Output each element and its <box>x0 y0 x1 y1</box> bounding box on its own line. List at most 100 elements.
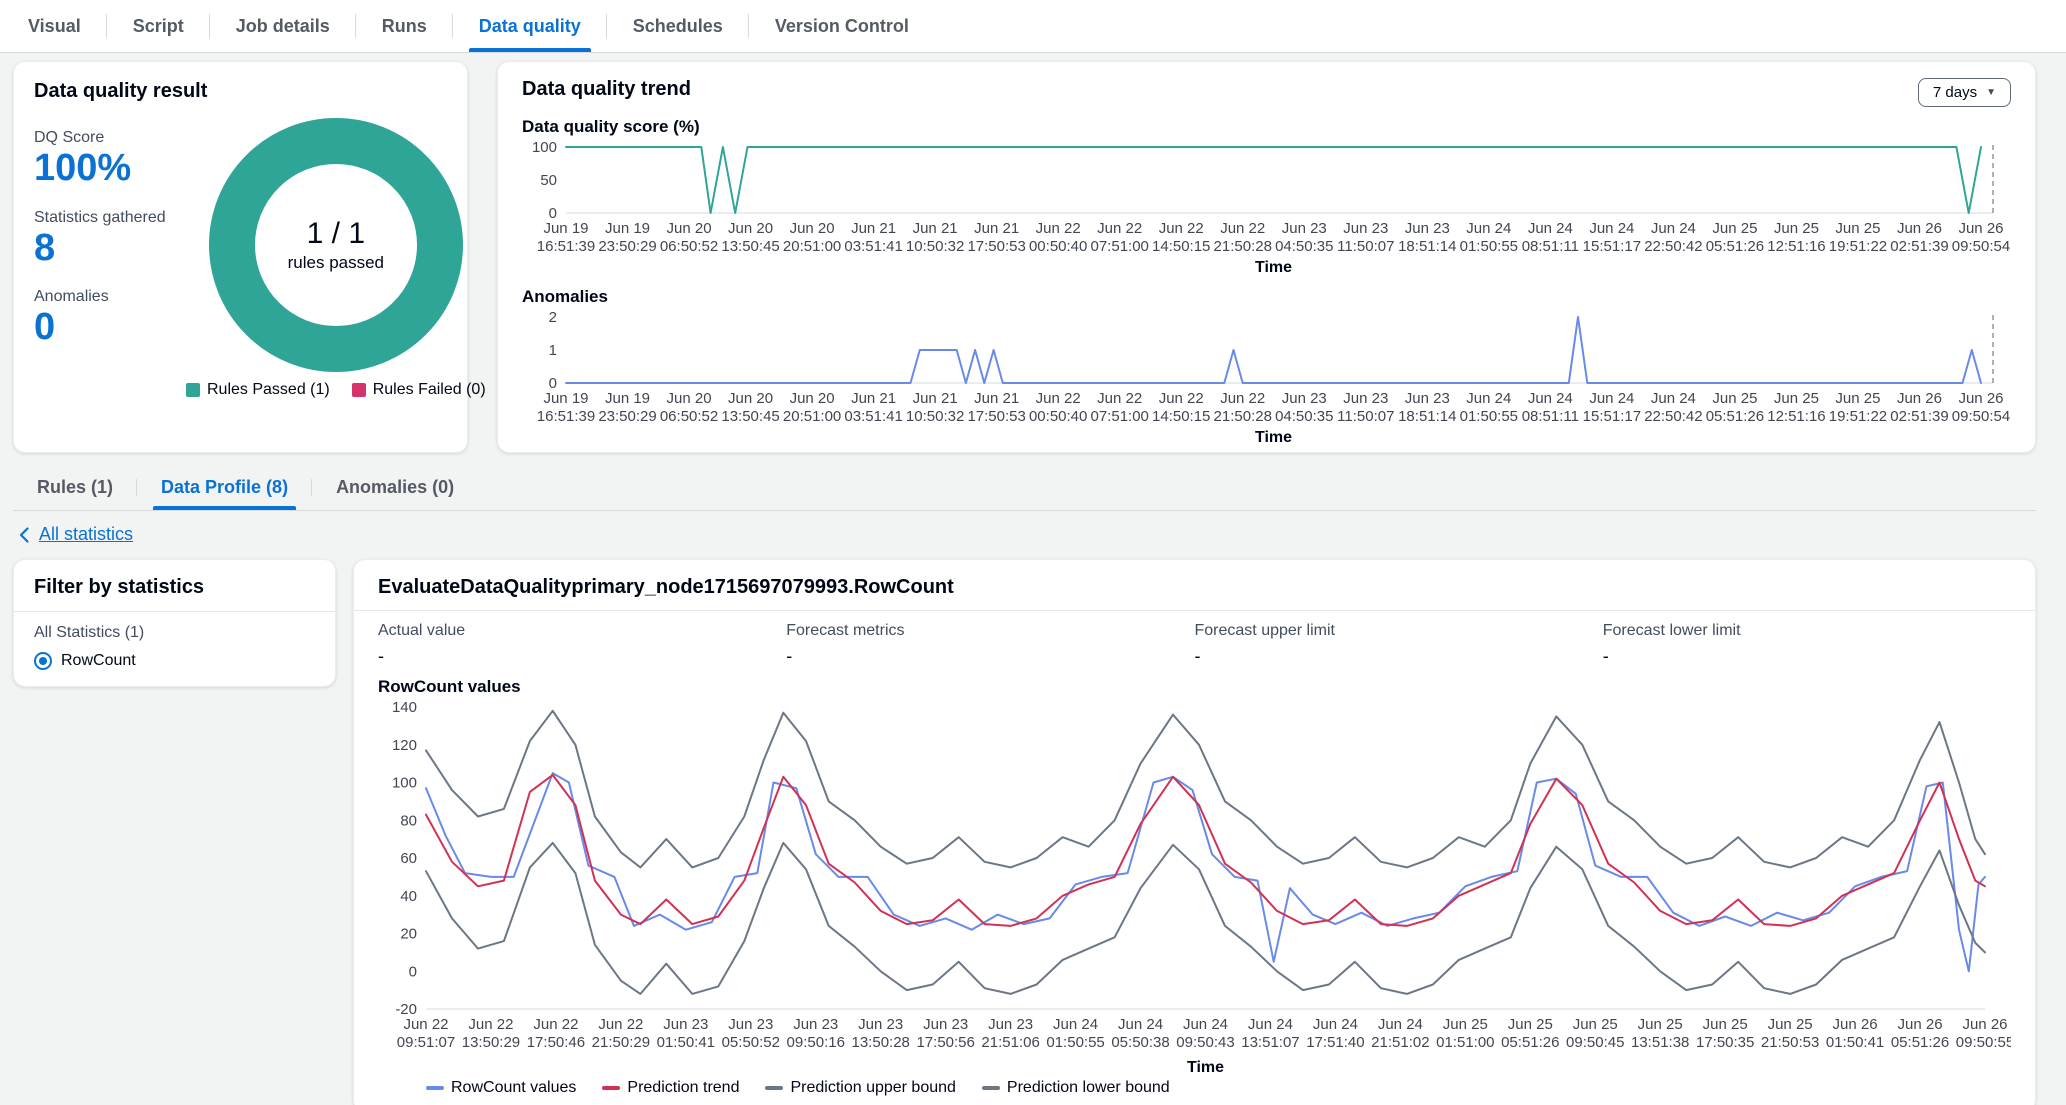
svg-text:15:51:17: 15:51:17 <box>1583 238 1641 255</box>
svg-text:13:50:28: 13:50:28 <box>852 1034 910 1051</box>
svg-text:Jun 25: Jun 25 <box>1835 220 1880 237</box>
metric-value: - <box>378 645 384 666</box>
svg-text:Jun 22: Jun 22 <box>1220 390 1265 407</box>
stat-label: Anomalies <box>34 288 109 306</box>
svg-text:Jun 26: Jun 26 <box>1958 390 2003 407</box>
svg-text:Jun 24: Jun 24 <box>1248 1016 1293 1033</box>
tab-runs[interactable]: Runs <box>356 0 453 52</box>
anomalies-chart[interactable]: 0 1 2 Jun 19 16:51:39 Jun 19 23:50:29 Jun 20 06:… <box>522 307 2011 447</box>
svg-text:12:51:16: 12:51:16 <box>1767 408 1825 425</box>
svg-text:Jun 25: Jun 25 <box>1835 390 1880 407</box>
svg-text:Jun 19: Jun 19 <box>543 220 588 237</box>
svg-text:Jun 19: Jun 19 <box>605 220 650 237</box>
legend-label: Rules Passed (1) <box>207 381 330 398</box>
svg-text:Jun 24: Jun 24 <box>1053 1016 1098 1033</box>
time-range-select[interactable]: 7 days ▼ <box>1917 78 2011 107</box>
tab-data-quality[interactable]: Data quality <box>453 0 607 52</box>
radio-label: RowCount <box>61 651 136 669</box>
svg-text:Jun 20: Jun 20 <box>790 390 835 407</box>
dq-score-stat: DQ Score 100% <box>34 129 186 191</box>
tab-visual[interactable]: Visual <box>2 0 107 52</box>
tab-job-details[interactable]: Job details <box>210 0 356 52</box>
legend-marker <box>351 383 366 397</box>
radio-option-rowcount[interactable]: RowCount <box>34 651 315 670</box>
svg-text:02:51:39: 02:51:39 <box>1890 408 1948 425</box>
svg-text:09:51:07: 09:51:07 <box>397 1034 455 1051</box>
svg-text:09:50:16: 09:50:16 <box>787 1034 845 1051</box>
tab-data-profile[interactable]: Data Profile (8) <box>137 465 313 510</box>
svg-text:23:50:29: 23:50:29 <box>598 238 656 255</box>
data-quality-result-card: Data quality result DQ Score 100% Statis… <box>13 61 486 453</box>
stat-label: Statistics gathered <box>34 208 166 226</box>
result-stats: DQ Score 100% Statistics gathered 8 Anom… <box>34 113 186 399</box>
top-tab-bar: Visual Script Job details Runs Data qual… <box>0 0 2066 53</box>
forecast-metrics-row: Actual value - Forecast metrics - Foreca… <box>378 622 2011 667</box>
all-statistics-link[interactable]: All statistics <box>17 524 133 545</box>
svg-text:Jun 20: Jun 20 <box>728 220 773 237</box>
svg-text:14:50:15: 14:50:15 <box>1152 238 1210 255</box>
svg-text:Jun 25: Jun 25 <box>1703 1016 1748 1033</box>
svg-text:Jun 23: Jun 23 <box>923 1016 968 1033</box>
rowcount-chart[interactable]: -20 0 20 40 60 80 100 120 140 Jun 22 09:51:07 Jun 2… <box>378 697 2014 1077</box>
svg-text:Jun 24: Jun 24 <box>1651 390 1696 407</box>
legend-marker <box>981 1085 1000 1090</box>
metric-value: - <box>786 645 793 666</box>
legend-item[interactable]: RowCount values <box>426 1079 576 1097</box>
svg-text:09:50:55: 09:50:55 <box>1956 1034 2011 1051</box>
svg-text:Time: Time <box>1187 1059 1224 1076</box>
tab-script[interactable]: Script <box>107 0 210 52</box>
svg-text:Jun 24: Jun 24 <box>1466 390 1511 407</box>
svg-text:Jun 22: Jun 22 <box>1159 390 1204 407</box>
svg-text:01:50:55: 01:50:55 <box>1460 238 1518 255</box>
legend-item[interactable]: Rules Failed (0) <box>351 381 486 399</box>
rules-donut-chart[interactable]: 1 / 1 rules passed <box>204 113 468 377</box>
filter-by-statistics-card: Filter by statistics All Statistics (1) … <box>13 558 336 687</box>
tab-label: Visual <box>28 15 81 36</box>
svg-text:09:50:43: 09:50:43 <box>1176 1034 1234 1051</box>
svg-text:100: 100 <box>532 139 557 156</box>
svg-text:Jun 21: Jun 21 <box>974 390 1019 407</box>
svg-text:01:50:41: 01:50:41 <box>1826 1034 1884 1051</box>
svg-text:21:50:53: 21:50:53 <box>1761 1034 1819 1051</box>
svg-text:01:50:41: 01:50:41 <box>657 1034 715 1051</box>
svg-text:Jun 23: Jun 23 <box>663 1016 708 1033</box>
svg-text:10:50:32: 10:50:32 <box>906 238 964 255</box>
svg-text:Jun 21: Jun 21 <box>851 220 896 237</box>
legend-item[interactable]: Rules Passed (1) <box>186 381 330 399</box>
legend-item[interactable]: Prediction upper bound <box>765 1079 956 1097</box>
legend-item[interactable]: Prediction trend <box>602 1079 739 1097</box>
tab-version-control[interactable]: Version Control <box>749 0 935 52</box>
svg-text:Jun 25: Jun 25 <box>1712 220 1757 237</box>
svg-text:13:50:45: 13:50:45 <box>721 238 779 255</box>
tab-rules[interactable]: Rules (1) <box>13 465 138 510</box>
dq-score-chart[interactable]: 0 50 100 Jun 19 16:51:39 Jun 19 23:50:29 Jun 20… <box>522 137 2011 277</box>
svg-text:06:50:52: 06:50:52 <box>660 408 718 425</box>
svg-text:Jun 24: Jun 24 <box>1466 220 1511 237</box>
chevron-left-icon <box>19 526 29 543</box>
metric-label: Forecast lower limit <box>1602 621 1741 639</box>
radio-selected-icon <box>34 651 52 670</box>
svg-text:Jun 23: Jun 23 <box>793 1016 838 1033</box>
svg-text:17:50:53: 17:50:53 <box>967 238 1025 255</box>
metric-forecast-metrics: Forecast metrics - <box>786 622 1194 667</box>
svg-text:04:50:35: 04:50:35 <box>1275 238 1333 255</box>
tab-anomalies[interactable]: Anomalies (0) <box>312 465 478 510</box>
stat-value: 8 <box>34 226 56 269</box>
svg-text:21:51:02: 21:51:02 <box>1371 1034 1429 1051</box>
svg-text:21:51:06: 21:51:06 <box>981 1034 1039 1051</box>
svg-text:01:51:00: 01:51:00 <box>1436 1034 1494 1051</box>
svg-text:Jun 23: Jun 23 <box>728 1016 773 1033</box>
legend-item[interactable]: Prediction lower bound <box>981 1079 1170 1097</box>
svg-text:21:50:28: 21:50:28 <box>1214 238 1272 255</box>
svg-text:16:51:39: 16:51:39 <box>537 238 595 255</box>
svg-text:Jun 20: Jun 20 <box>728 390 773 407</box>
svg-text:Jun 25: Jun 25 <box>1573 1016 1618 1033</box>
svg-text:05:51:26: 05:51:26 <box>1706 408 1764 425</box>
rowcount-card-title: EvaluateDataQualityprimary_node171569707… <box>378 575 954 598</box>
metric-forecast-lower-limit: Forecast lower limit - <box>1603 622 2011 667</box>
svg-text:08:51:11: 08:51:11 <box>1522 238 1579 255</box>
svg-text:Jun 22: Jun 22 <box>598 1016 643 1033</box>
tab-schedules[interactable]: Schedules <box>607 0 749 52</box>
svg-text:09:50:54: 09:50:54 <box>1952 238 2010 255</box>
svg-text:17:50:35: 17:50:35 <box>1696 1034 1754 1051</box>
